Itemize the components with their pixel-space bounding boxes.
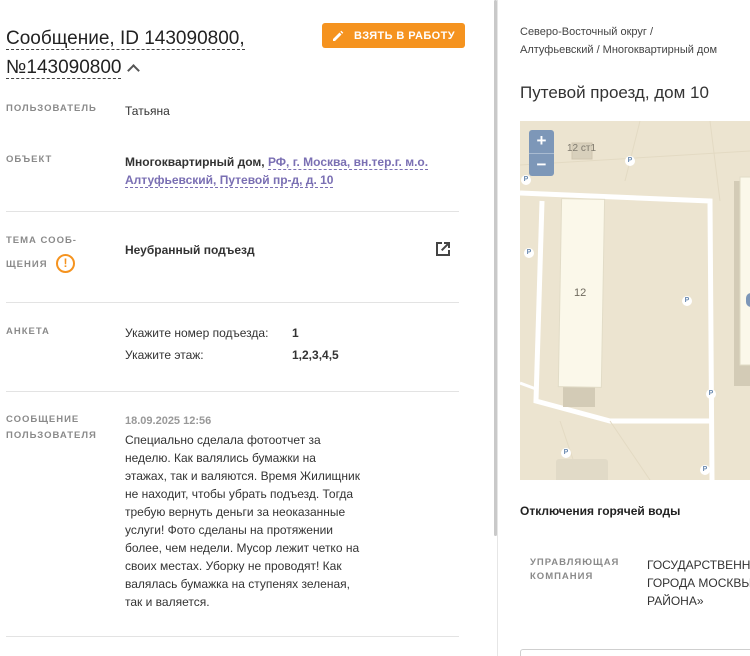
scrollbar-thumb[interactable] [494,0,497,536]
object-address-link-1[interactable]: РФ, г. Москва, вн.тер.г. м.о. [267,155,429,170]
parking-icon: P [706,389,716,399]
map[interactable]: . + − 12 ст1 12 P P P P P P P [520,121,750,480]
zoom-out-button[interactable]: − [529,153,554,176]
map-label-building-12: 12 [574,287,587,299]
map-canvas: . [520,121,750,480]
object-label: ОБЪЕКТ [6,154,53,165]
parking-icon: P [682,296,692,306]
message-label: СООБЩЕНИЕ ПОЛЬЗОВАТЕЛЯ [6,412,97,444]
message-line: валялась бумажка на ступенях зеленая, [125,577,350,591]
company-label-1: УПРАВЛЯЮЩАЯ [530,557,620,568]
object-address-link-2[interactable]: Алтуфьевский, Путевой пр-д, д. 10 [125,173,334,188]
company-value: ГОСУДАРСТВЕННОЕ ГОРОДА МОСКВЫ РАЙОНА» [647,556,750,610]
bottom-field[interactable] [520,649,750,656]
message-date: 18.09.2025 12:56 [125,415,212,427]
survey-question-2: Укажите этаж: [125,348,204,362]
message-line: этажах, так и валяются. Время Жилищник [125,469,360,483]
external-link-icon[interactable] [434,240,452,258]
object-value: Многоквартирный дом, РФ, г. Москва, вн.т… [125,153,445,189]
survey-label: АНКЕТА [6,326,50,337]
parking-icon: P [561,448,571,458]
message-label-1: СООБЩЕНИЕ [6,414,80,425]
breadcrumb-line-1[interactable]: Северо-Восточный округ / [520,23,750,41]
chevron-up-icon[interactable] [127,64,141,77]
company-line: ГОСУДАРСТВЕННОЕ [647,558,750,572]
divider [6,636,459,637]
message-line: требую вернуть деньги за неоказанные [125,505,346,519]
message-line: неделю. Как валялись бумажки на [125,451,316,465]
zoom-in-button[interactable]: + [529,130,554,153]
parking-icon: P [700,465,710,475]
title-line-1: Сообщение, ID 143090800, [6,28,245,50]
take-to-work-label: ВЗЯТЬ В РАБОТУ [354,29,455,42]
divider [6,391,459,392]
parking-icon: P [524,248,534,258]
message-line: Специально сделала фотоотчет за [125,433,321,447]
title-line-2: №143090800 [6,57,122,79]
message-line: своих местах. Уборку не проводят! Как [125,559,342,573]
take-to-work-button[interactable]: ВЗЯТЬ В РАБОТУ [322,23,465,48]
parking-icon: P [521,175,531,185]
map-zoom-control: + − [529,130,554,176]
title-toggle[interactable]: №143090800 [6,53,306,82]
company-line: РАЙОНА» [647,594,704,608]
survey-answer-2: 1,2,3,4,5 [292,348,339,362]
company-label-2: КОМПАНИЯ [530,571,594,582]
survey-question-1: Укажите номер подъезда: [125,326,269,340]
company-line: ГОРОДА МОСКВЫ [647,576,750,590]
divider [6,211,459,212]
pencil-icon [333,30,344,41]
map-label-building-st1: 12 ст1 [567,143,597,154]
message-line: не находит, чтобы убрать подъезд. Тогда [125,487,354,501]
survey-answer-1: 1 [292,326,299,340]
user-label: ПОЛЬЗОВАТЕЛЬ [6,103,97,114]
company-label: УПРАВЛЯЮЩАЯ КОМПАНИЯ [530,556,619,584]
parking-icon: P [625,156,635,166]
warning-icon: ! [56,254,75,273]
message-text: Специально сделала фотоотчет за неделю. … [125,431,385,611]
message-line: более, чем недели. Мусор лежит четко на [125,541,360,555]
object-panel: Северо-Восточный округ / Алтуфьевский / … [499,0,750,656]
message-label-2: ПОЛЬЗОВАТЕЛЯ [6,430,97,441]
object-address-heading: Путевой проезд, дом 10 [520,83,709,102]
divider [6,302,459,303]
message-panel: Сообщение, ID 143090800, №143090800 ВЗЯТ… [0,0,498,656]
object-type: Многоквартирный дом, [125,155,265,169]
breadcrumb-line-2[interactable]: Алтуфьевский / Многоквартирный дом [520,41,750,59]
topic-value: Неубранный подъезд [125,243,255,257]
page-title: Сообщение, ID 143090800, №143090800 [6,24,306,82]
map-marker-icon[interactable] [746,293,750,307]
user-value: Татьяна [125,104,170,118]
message-line: услуги! Фото сделаны на протяжении [125,523,334,537]
hot-water-outages-title: Отключения горячей воды [520,504,681,518]
breadcrumb: Северо-Восточный округ / Алтуфьевский / … [520,23,750,59]
message-line: так и валяется. [125,595,210,609]
topic-label-1: ТЕМА СООБ- [6,235,77,246]
